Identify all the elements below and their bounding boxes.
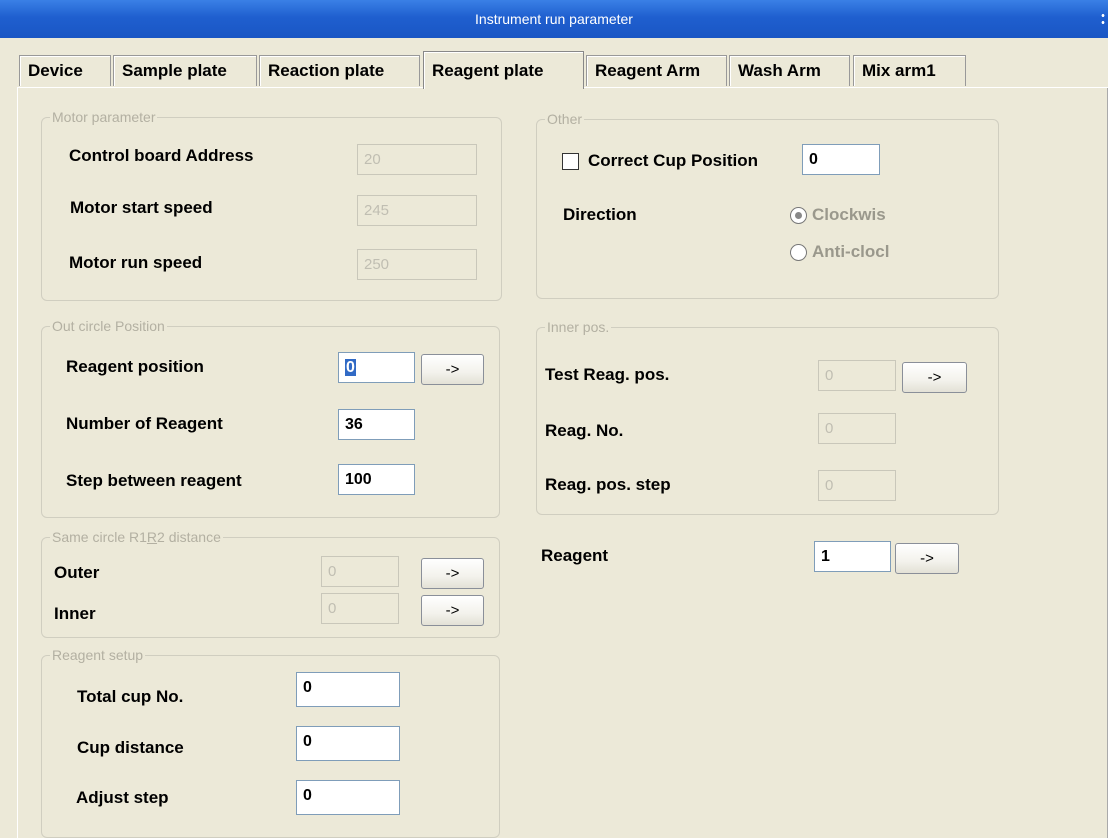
out-circle-position-group-label: Out circle Position [50, 317, 167, 335]
anticlockwise-radio[interactable] [790, 244, 807, 261]
tab-strip: Device Sample plate Reaction plate Reage… [0, 38, 1108, 89]
tab-wash-arm[interactable]: Wash Arm [729, 55, 850, 86]
cup-distance-field[interactable]: 0 [296, 726, 400, 761]
reag-pos-step-field[interactable]: 0 [818, 470, 896, 501]
reag-pos-step-label: Reag. pos. step [545, 475, 671, 494]
test-reag-pos-field[interactable]: 0 [818, 360, 896, 391]
outer-label: Outer [54, 563, 100, 582]
reagent-label: Reagent [541, 546, 609, 565]
reagent-go-button[interactable]: -> [895, 543, 959, 574]
total-cup-no-field[interactable]: 0 [296, 672, 400, 707]
tab-sample-plate[interactable]: Sample plate [113, 55, 257, 86]
cup-distance-label: Cup distance [77, 738, 184, 757]
test-reag-pos-go-button[interactable]: -> [902, 362, 967, 393]
adjust-step-label: Adjust step [76, 788, 169, 807]
anticlockwise-label[interactable]: Anti-clocl [812, 242, 889, 262]
reagent-position-field[interactable]: 0 [338, 352, 415, 383]
motor-start-speed-field[interactable]: 245 [357, 195, 477, 226]
clockwise-radio[interactable] [790, 207, 807, 224]
reagent-position-value: 0 [345, 359, 356, 376]
grip-icon[interactable] [1100, 12, 1106, 26]
control-board-address-label: Control board Address [69, 146, 254, 165]
window-titlebar[interactable]: Instrument run parameter [0, 0, 1108, 38]
total-cup-no-label: Total cup No. [77, 687, 184, 706]
number-of-reagent-label: Number of Reagent [66, 414, 223, 433]
step-between-reagent-field[interactable]: 100 [338, 464, 415, 495]
reagent-position-label: Reagent position [66, 357, 204, 376]
radio-selected-dot-icon [795, 212, 802, 219]
motor-run-speed-field[interactable]: 250 [357, 249, 477, 280]
clockwise-label[interactable]: Clockwis [812, 205, 886, 225]
motor-run-speed-label: Motor run speed [69, 253, 203, 272]
correct-cup-position-checkbox[interactable] [562, 153, 579, 170]
motor-start-speed-label: Motor start speed [70, 198, 213, 217]
inner-pos-group-label: Inner pos. [545, 318, 612, 336]
step-between-reagent-label: Step between reagent [66, 471, 242, 490]
control-board-address-field[interactable]: 20 [357, 144, 477, 175]
direction-label: Direction [563, 205, 637, 224]
correct-cup-position-label[interactable]: Correct Cup Position [588, 151, 758, 171]
reagent-setup-group-label: Reagent setup [50, 646, 146, 664]
test-reag-pos-label: Test Reag. pos. [545, 365, 670, 384]
reag-no-label: Reag. No. [545, 421, 624, 440]
inner-field[interactable]: 0 [321, 593, 399, 624]
tab-reaction-plate[interactable]: Reaction plate [259, 55, 420, 86]
tab-mix-arm1[interactable]: Mix arm1 [853, 55, 966, 86]
tab-device[interactable]: Device [19, 55, 111, 86]
correct-cup-position-field[interactable]: 0 [802, 144, 880, 175]
inner-label: Inner [54, 604, 96, 623]
tab-reagent-arm[interactable]: Reagent Arm [586, 55, 727, 86]
adjust-step-field[interactable]: 0 [296, 780, 400, 815]
same-circle-r1r2-distance-group-label: Same circle R1R2 distance [50, 528, 223, 546]
reagent-position-go-button[interactable]: -> [421, 354, 484, 385]
tab-reagent-plate[interactable]: Reagent plate [423, 51, 584, 89]
number-of-reagent-field[interactable]: 36 [338, 409, 415, 440]
reag-no-field[interactable]: 0 [818, 413, 896, 444]
reagent-field[interactable]: 1 [814, 541, 891, 572]
inner-go-button[interactable]: -> [421, 595, 484, 626]
other-group-label: Other [545, 110, 585, 128]
motor-parameter-group-label: Motor parameter [50, 108, 158, 126]
window-title: Instrument run parameter [475, 11, 633, 27]
outer-field[interactable]: 0 [321, 556, 399, 587]
outer-go-button[interactable]: -> [421, 558, 484, 589]
